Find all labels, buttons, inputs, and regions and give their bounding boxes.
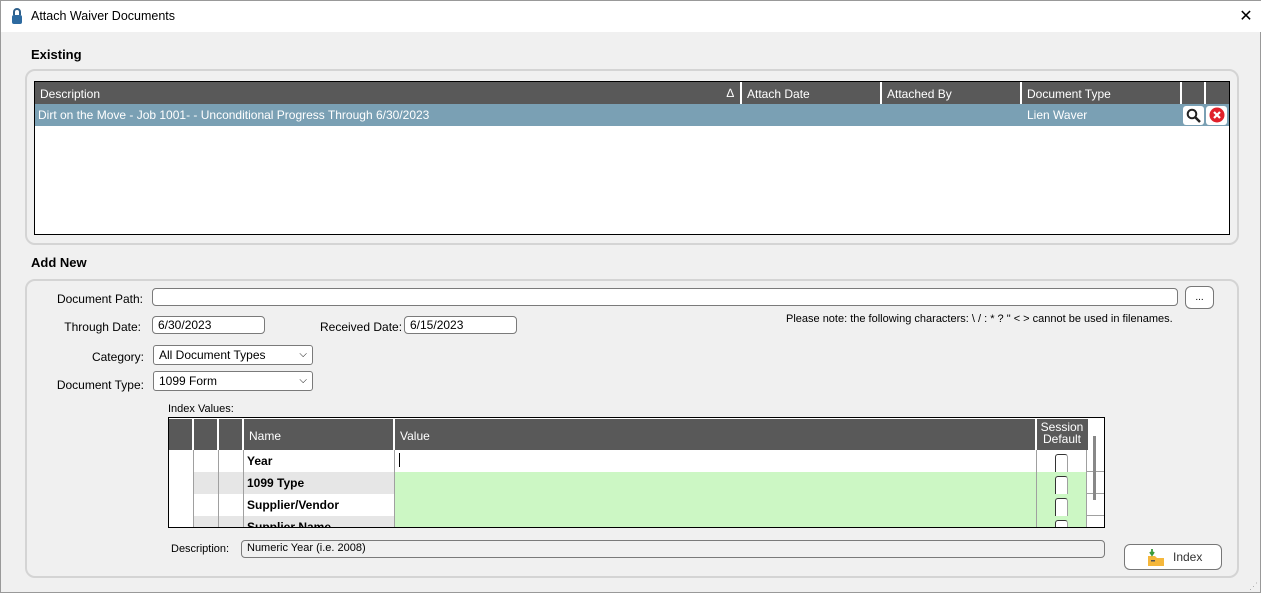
chevron-down-icon: ⌵ [299, 375, 307, 386]
index-button[interactable]: Index [1124, 544, 1222, 570]
index-row[interactable]: Year [169, 450, 1104, 476]
category-value: All Document Types [159, 348, 266, 362]
document-path-input[interactable] [152, 288, 1178, 306]
document-type-value: 1099 Form [159, 374, 218, 388]
filename-note: Please note: the following characters: \… [786, 313, 1173, 325]
session-default-checkbox[interactable] [1055, 520, 1068, 527]
delete-icon[interactable] [1206, 105, 1227, 125]
browse-button[interactable]: ... [1185, 286, 1214, 309]
existing-grid: Description ∆ Attach Date Attached By Doc… [34, 81, 1230, 235]
index-row[interactable]: 1099 Type [169, 472, 1104, 498]
view-icon[interactable] [1183, 105, 1204, 125]
col-description[interactable]: Description ∆ [35, 82, 742, 104]
document-type-select[interactable]: 1099 Form ⌵ [153, 371, 313, 391]
description-label: Description: [171, 543, 230, 555]
category-select[interactable]: All Document Types ⌵ [153, 345, 313, 365]
col-document-type[interactable]: Document Type [1022, 82, 1182, 104]
index-value-input[interactable] [395, 472, 1037, 494]
scrollbar-thumb[interactable] [1093, 436, 1096, 500]
table-row[interactable]: Dirt on the Move - Job 1001- - Unconditi… [35, 104, 1229, 126]
col-name[interactable]: Name [244, 419, 395, 450]
col-value[interactable]: Value [395, 419, 1037, 450]
index-button-label: Index [1173, 550, 1203, 564]
window-title: Attach Waiver Documents [31, 9, 176, 23]
lock-icon [12, 8, 22, 24]
index-name: Year [244, 450, 395, 472]
through-date-input[interactable]: 6/30/2023 [152, 316, 265, 334]
sort-icon: ∆ [726, 86, 734, 100]
title-bar: Attach Waiver Documents ✕ [1, 1, 1261, 32]
index-values-label: Index Values: [168, 403, 234, 415]
received-date-input[interactable]: 6/15/2023 [404, 316, 517, 334]
col-attached-by[interactable]: Attached By [882, 82, 1022, 104]
add-new-label: Add New [31, 255, 87, 270]
description-field: Numeric Year (i.e. 2008) [241, 540, 1105, 558]
through-date-label: Through Date: [64, 320, 141, 334]
index-value-input[interactable] [395, 516, 1037, 527]
chevron-down-icon: ⌵ [299, 349, 307, 360]
resize-grip-icon[interactable]: ⋰ [1249, 581, 1258, 592]
index-name: Supplier/Vendor [244, 494, 395, 516]
row-document-type: Lien Waver [1027, 108, 1088, 122]
index-value-input[interactable] [395, 450, 1037, 472]
col-attach-date[interactable]: Attach Date [742, 82, 882, 104]
index-name: 1099 Type [244, 472, 395, 494]
document-path-label: Document Path: [56, 292, 143, 306]
close-button[interactable]: ✕ [1237, 6, 1255, 26]
index-folder-icon [1148, 548, 1164, 566]
row-description: Dirt on the Move - Job 1001- - Unconditi… [38, 108, 430, 122]
document-type-label: Document Type: [56, 378, 144, 392]
index-row[interactable]: Supplier/Vendor [169, 494, 1104, 520]
category-label: Category: [91, 350, 144, 364]
index-name: Supplier Name [244, 516, 395, 527]
col-session-default[interactable]: Session Default [1037, 419, 1087, 450]
index-row[interactable]: Supplier Name [169, 516, 1104, 527]
received-date-label: Received Date: [320, 320, 403, 334]
index-values-grid: Name Value Session Default Year 1099 Type… [168, 417, 1105, 528]
existing-label: Existing [31, 47, 82, 62]
index-value-input[interactable] [395, 494, 1037, 516]
